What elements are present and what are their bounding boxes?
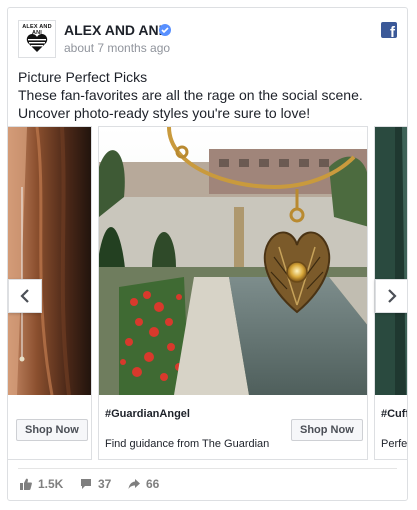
shop-now-button-previous[interactable]: Shop Now — [16, 419, 88, 441]
carousel-next-button[interactable] — [375, 279, 407, 313]
carousel-previous-button[interactable] — [8, 279, 42, 313]
heart-flag-logo-icon — [26, 34, 48, 52]
chevron-left-icon — [20, 289, 29, 303]
stats-divider — [18, 468, 397, 469]
sponsored-post-card: ALEX AND ANI ALEX AND ANI about 7 months… — [7, 7, 408, 501]
page-name-link[interactable]: ALEX AND ANI — [64, 22, 163, 38]
shop-now-button[interactable]: Shop Now — [291, 419, 363, 441]
post-timestamp[interactable]: about 7 months ago — [64, 41, 170, 55]
like-icon — [20, 478, 32, 490]
comment-icon — [81, 479, 91, 489]
likes-count[interactable]: 1.5K — [20, 477, 63, 491]
likes-value: 1.5K — [38, 477, 64, 491]
share-icon — [128, 479, 140, 489]
carousel-card-description: Find guidance from The Guardian — [105, 438, 270, 450]
comments-count[interactable]: 37 — [80, 477, 111, 491]
carousel-image-guardian-angel — [99, 127, 367, 395]
page-avatar[interactable]: ALEX AND ANI — [18, 20, 56, 58]
facebook-logo-icon: f — [381, 22, 397, 38]
carousel-card-title: #GuardianAngel — [105, 408, 190, 420]
chevron-right-icon — [388, 289, 397, 303]
shares-count[interactable]: 66 — [128, 477, 159, 491]
post-body: These fan-favorites are all the rage on … — [18, 87, 363, 121]
carousel-card-description-next: Perfec — [381, 438, 408, 450]
shares-value: 66 — [146, 477, 160, 491]
product-carousel: Shop Now #GuardianAngel Shop Now Find gu… — [8, 126, 408, 462]
carousel-image-hair — [8, 127, 91, 395]
carousel-card-title-next: #Cuffs — [381, 408, 407, 420]
carousel-image-cuffs — [375, 127, 407, 395]
post-text: Picture Perfect Picks These fan-favorite… — [18, 68, 398, 122]
verified-badge-icon — [159, 24, 171, 36]
post-title: Picture Perfect Picks — [18, 69, 148, 85]
comments-value: 37 — [98, 477, 112, 491]
carousel-card-guardian-angel[interactable]: #GuardianAngel Shop Now Find guidance fr… — [98, 126, 368, 460]
